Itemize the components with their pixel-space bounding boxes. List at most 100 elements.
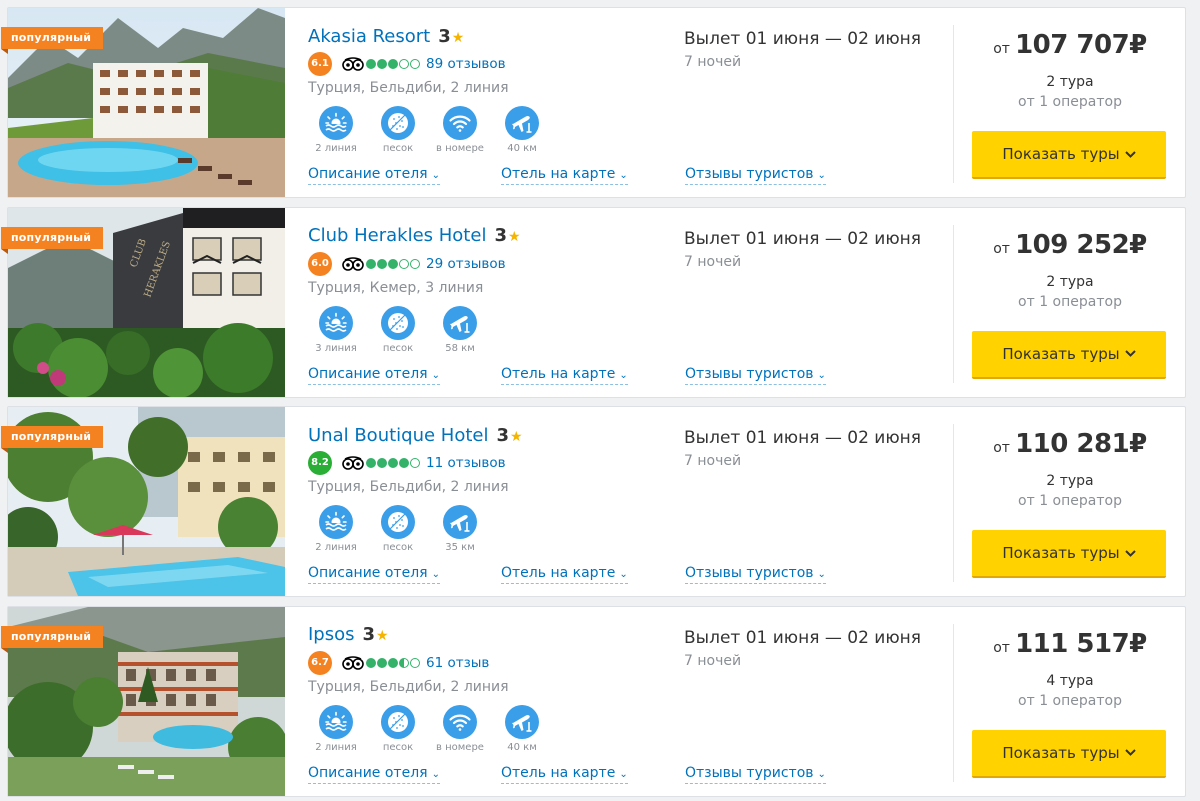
reviews-link[interactable]: 89 отзывов — [426, 56, 506, 72]
show-tours-button[interactable]: Показать туры — [972, 131, 1166, 179]
beach-icon — [319, 704, 353, 739]
reviews-tourists-link[interactable]: Отзывы туристов ⌄ — [685, 565, 826, 584]
show-tours-button[interactable]: Показать туры — [972, 729, 1166, 778]
nights-count: 7 ночей — [684, 652, 742, 669]
rating-dot — [377, 458, 387, 468]
reviews-tourists-link[interactable]: Отзывы туристов ⌄ — [685, 166, 826, 185]
rating-dot — [399, 258, 409, 269]
chevron-down-icon: ⌄ — [619, 569, 628, 580]
hotel-name-link[interactable]: Unal Boutique Hotel — [308, 425, 488, 446]
map-link[interactable]: Отель на карте ⌄ — [501, 166, 628, 185]
amenity-label: 2 линия — [315, 741, 357, 753]
tripadvisor-icon — [342, 655, 364, 670]
amenity-item: песок — [370, 505, 426, 553]
map-link[interactable]: Отель на карте ⌄ — [501, 565, 628, 584]
link-label: Отель на карте — [501, 166, 616, 182]
reviews-tourists-link[interactable]: Отзывы туристов ⌄ — [685, 765, 826, 784]
rating-dot — [377, 59, 387, 69]
rating-dot — [366, 458, 376, 468]
departure-dates: Вылет 01 июня — 02 июня — [684, 228, 921, 249]
hotel-links: Описание отеля ⌄ Отель на карте ⌄ Отзывы т… — [308, 565, 868, 585]
operator-count: от 1 оператор — [1018, 493, 1122, 509]
tripadvisor-rating — [366, 59, 421, 69]
link-label: Отель на карте — [501, 764, 616, 781]
link-label: Отзывы туристов — [685, 166, 814, 182]
description-link[interactable]: Описание отеля ⌄ — [308, 565, 440, 584]
hotel-info: Unal Boutique Hotel 3★ 8.2 11 отзывов Ту… — [308, 421, 648, 553]
sand-icon — [381, 305, 415, 340]
star-icon: ★ — [507, 229, 521, 245]
ruble-sign: ₽ — [1129, 30, 1147, 60]
amenities-list: 3 линия песок 58 км — [308, 305, 648, 354]
amenity-label: 40 км — [507, 143, 537, 154]
description-link[interactable]: Описание отеля ⌄ — [308, 366, 440, 385]
nights-count: 7 ночей — [684, 453, 742, 469]
rating-dot — [410, 657, 420, 668]
stars-count: 3 — [494, 225, 507, 246]
ruble-sign: ₽ — [1129, 429, 1147, 459]
hotel-card: популярный Ipsos 3★ 6.7 61 отзыв Турция,… — [1, 605, 1186, 797]
show-tours-button[interactable]: Показать туры — [972, 530, 1166, 578]
show-tours-label: Показать туры — [1002, 145, 1120, 163]
rating-dot — [410, 258, 420, 269]
amenity-item: песок — [370, 305, 426, 354]
show-tours-label: Показать туры — [1002, 544, 1120, 562]
rating-dot — [399, 657, 409, 668]
hotel-info: Club Herakles Hotel 3★ 6.0 29 отзывов Ту… — [308, 222, 648, 354]
popular-badge: популярный — [1, 625, 104, 653]
price-value: 109 252 — [1015, 229, 1130, 260]
ruble-sign: ₽ — [1129, 628, 1147, 659]
beach-icon — [319, 305, 353, 340]
amenity-item: 58 км — [432, 305, 488, 354]
hotel-location: Турция, Бельдиби, 2 линия — [308, 479, 509, 495]
tripadvisor-icon — [342, 57, 364, 71]
map-link[interactable]: Отель на карте ⌄ — [501, 765, 628, 784]
rating-dot — [366, 657, 376, 668]
price-box: от 110 281₽ 2 тура от 1 оператор Показат… — [954, 407, 1186, 578]
description-link[interactable]: Описание отеля ⌄ — [308, 765, 440, 784]
tripadvisor-rating — [366, 657, 421, 668]
reviews-tourists-link[interactable]: Отзывы туристов ⌄ — [685, 366, 826, 385]
description-link[interactable]: Описание отеля ⌄ — [308, 166, 440, 185]
amenity-item: в номере — [432, 704, 488, 753]
price-value: 110 281 — [1015, 429, 1130, 459]
stars-count: 3 — [362, 624, 376, 645]
trip-dates: Вылет 01 июня — 02 июня 7 ночей — [684, 29, 921, 70]
chevron-down-icon — [1124, 347, 1136, 360]
departure-dates: Вылет 01 июня — 02 июня — [684, 627, 921, 648]
link-label: Описание отеля — [308, 365, 428, 382]
amenities-list: 2 линия песок в номере 40 км — [308, 704, 648, 753]
hotel-card: популярный Unal Boutique Hotel 3★ 8.2 11… — [1, 406, 1186, 597]
rating-dot — [399, 458, 409, 468]
airport-icon — [443, 305, 477, 340]
reviews-link[interactable]: 61 отзыв — [426, 655, 489, 671]
amenity-label: песок — [382, 741, 414, 753]
link-label: Описание отеля — [308, 764, 428, 781]
reviews-link[interactable]: 11 отзывов — [426, 455, 506, 471]
operator-count: от 1 оператор — [1018, 692, 1122, 709]
amenities-list: 2 линия песок в номере 40 км — [308, 106, 648, 154]
amenity-item: 3 линия — [308, 305, 364, 354]
price-from: от — [993, 240, 1010, 257]
trip-dates: Вылет 01 июня — 02 июня 7 ночей — [684, 229, 921, 270]
rating-dot — [377, 258, 387, 269]
show-tours-button[interactable]: Показать туры — [972, 330, 1166, 379]
rating-dot — [388, 59, 398, 69]
link-label: Отзывы туристов — [685, 365, 814, 382]
hotel-name-link[interactable]: Akasia Resort — [308, 26, 430, 47]
link-label: Описание отеля — [308, 565, 428, 581]
rating-dot — [388, 258, 398, 269]
reviews-link[interactable]: 29 отзывов — [426, 256, 506, 272]
ruble-sign: ₽ — [1129, 229, 1147, 260]
map-link[interactable]: Отель на карте ⌄ — [501, 366, 628, 385]
hotel-location: Турция, Бельдиби, 2 линия — [308, 678, 509, 695]
link-label: Отзывы туристов — [685, 764, 814, 781]
hotel-name-link[interactable]: Club Herakles Hotel — [308, 225, 486, 246]
stars-count: 3 — [438, 25, 451, 47]
hotel-name-link[interactable]: Ipsos — [308, 624, 355, 645]
hotel-links: Описание отеля ⌄ Отель на карте ⌄ Отзывы т… — [308, 166, 868, 186]
rating-dot — [366, 59, 376, 69]
amenity-item: 2 линия — [308, 704, 364, 753]
chevron-down-icon: ⌄ — [431, 170, 440, 181]
amenity-item: песок — [370, 704, 426, 753]
